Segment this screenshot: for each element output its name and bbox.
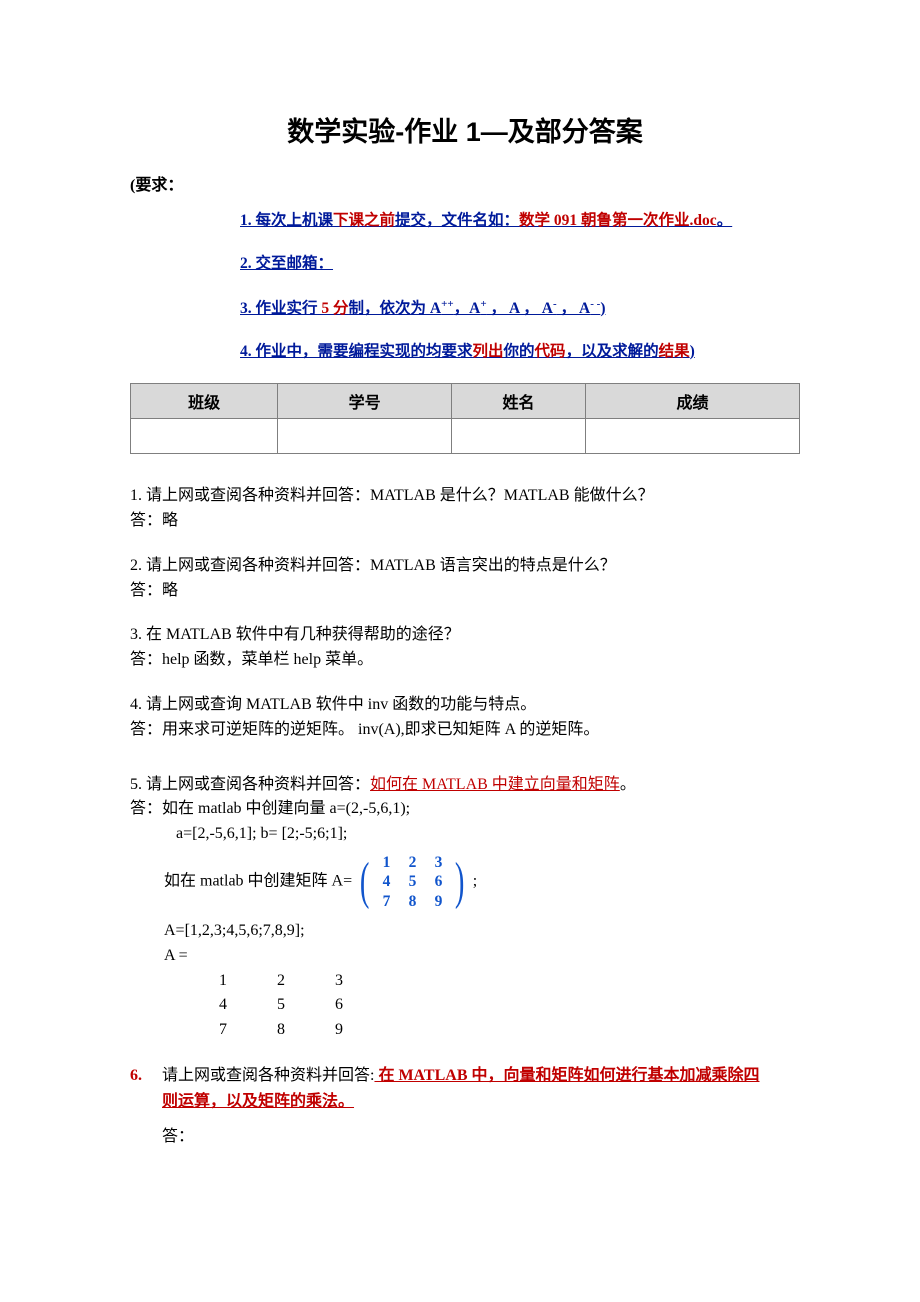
table-row xyxy=(131,419,800,454)
requirements-label: (要求： xyxy=(130,171,800,195)
pm-row1: 123 xyxy=(194,969,800,994)
q5-ans-matrix-line: 如在 matlab 中创建矩阵 A= ( 123 456 789 ) ; xyxy=(130,853,800,911)
matrix-display: ( 123 456 789 ) xyxy=(356,853,469,911)
matrix-left-paren: ( xyxy=(360,859,370,906)
page-title: 数学实验-作业 1—及部分答案 xyxy=(130,110,800,149)
m21: 4 xyxy=(373,872,399,891)
question-3: 3. 在 MATLAB 软件中有几种获得帮助的途径？ 答：help 函数，菜单栏… xyxy=(130,623,800,673)
m31: 7 xyxy=(373,892,399,911)
pm33: 9 xyxy=(310,1018,368,1043)
req1-part-a: 1. 每次上机课 xyxy=(240,212,333,229)
req4-g: ) xyxy=(690,343,695,360)
question-2: 2. 请上网或查阅各种资料并回答：MATLAB 语言突出的特点是什么？ 答：略 xyxy=(130,554,800,604)
q5-text: 5. 请上网或查阅各种资料并回答：如何在 MATLAB 中建立向量和矩阵。 xyxy=(130,773,800,798)
q5-ans-l4: A=[1,2,3;4,5,6;7,8,9]; xyxy=(130,919,800,944)
q1-text: 1. 请上网或查阅各种资料并回答：MATLAB 是什么？MATLAB 能做什么？ xyxy=(130,484,800,509)
pm21: 4 xyxy=(194,993,252,1018)
q4-text: 4. 请上网或查询 MATLAB 软件中 inv 函数的功能与特点。 xyxy=(130,693,800,718)
q5-ans-l2: a=[2,-5,6,1]; b= [2;-5;6;1]; xyxy=(130,822,800,847)
req1-part-c: 提交，文件名如： xyxy=(395,212,519,229)
question-5: 5. 请上网或查阅各种资料并回答：如何在 MATLAB 中建立向量和矩阵。 答：… xyxy=(130,773,800,1044)
pm-row3: 789 xyxy=(194,1018,800,1043)
requirements-list: 1. 每次上机课下课之前提交，文件名如：数学 091 朝鲁第一次作业.doc。 … xyxy=(240,209,800,363)
m11: 1 xyxy=(373,853,399,872)
req1-part-e: 。 xyxy=(717,212,733,229)
req3-d: ，A xyxy=(454,300,481,317)
document-page: 数学实验-作业 1—及部分答案 (要求： 1. 每次上机课下课之前提交，文件名如… xyxy=(0,0,920,1206)
pm11: 1 xyxy=(194,969,252,994)
q5-l3-pre: 如在 matlab 中创建矩阵 A= xyxy=(164,873,352,890)
requirement-4: 4. 作业中，需要编程实现的均要求列出你的代码，以及求解的结果) xyxy=(240,340,800,363)
m22: 5 xyxy=(399,872,425,891)
requirement-3: 3. 作业实行 5 分制，依次为 A++，A+ ， A ， A- ， A- -) xyxy=(240,296,800,320)
q4-answer: 答：用来求可逆矩阵的逆矩阵。 inv(A),即求已知矩阵 A 的逆矩阵。 xyxy=(130,718,800,743)
pm13: 3 xyxy=(310,969,368,994)
th-class: 班级 xyxy=(131,384,278,419)
m12: 2 xyxy=(399,853,425,872)
q6-red-1: 在 MATLAB 中，向量和矩阵如何进行基本加减乘除四 xyxy=(374,1067,759,1084)
th-grade: 成绩 xyxy=(585,384,799,419)
q3-answer: 答：help 函数，菜单栏 help 菜单。 xyxy=(130,648,800,673)
info-table: 班级 学号 姓名 成绩 xyxy=(130,383,800,454)
q5-a: 5. 请上网或查阅各种资料并回答： xyxy=(130,776,370,793)
m13: 3 xyxy=(425,853,451,872)
req4-a: 4. 作业中，需要编程实现的均要求 xyxy=(240,343,473,360)
q5-c: 。 xyxy=(620,776,636,793)
q6-body: 请上网或查阅各种资料并回答: 在 MATLAB 中，向量和矩阵如何进行基本加减乘… xyxy=(162,1063,760,1114)
q6-lead: 请上网或查阅各种资料并回答: xyxy=(162,1067,374,1084)
q1-answer: 答：略 xyxy=(130,509,800,534)
q6-red-2: 则运算，以及矩阵的乘法。 xyxy=(162,1093,354,1110)
req4-d: 代码 xyxy=(535,343,566,360)
req3-a: 3. 作业实行 xyxy=(240,300,318,317)
q2-answer: 答：略 xyxy=(130,579,800,604)
question-1: 1. 请上网或查阅各种资料并回答：MATLAB 是什么？MATLAB 能做什么？… xyxy=(130,484,800,534)
sup-mm: - - xyxy=(590,298,600,310)
q5-l3-post: ; xyxy=(473,873,477,890)
req1-part-d: 数学 091 朝鲁第一次作业.doc xyxy=(519,212,717,229)
question-6: 6. 请上网或查阅各种资料并回答: 在 MATLAB 中，向量和矩阵如何进行基本… xyxy=(130,1063,800,1114)
m23: 6 xyxy=(425,872,451,891)
req4-f: 结果 xyxy=(659,343,690,360)
q5-ans-l1: 答：如在 matlab 中创建向量 a=(2,-5,6,1); xyxy=(130,797,800,822)
matrix-body: 123 456 789 xyxy=(373,853,451,911)
req4-c: 你的 xyxy=(504,343,535,360)
q5-ans-l5: A = xyxy=(130,944,800,969)
question-4: 4. 请上网或查询 MATLAB 软件中 inv 函数的功能与特点。 答：用来求… xyxy=(130,693,800,743)
sup-pp: ++ xyxy=(441,298,454,310)
q2-text: 2. 请上网或查阅各种资料并回答：MATLAB 语言突出的特点是什么？ xyxy=(130,554,800,579)
m32: 8 xyxy=(399,892,425,911)
q3-text: 3. 在 MATLAB 软件中有几种获得帮助的途径？ xyxy=(130,623,800,648)
q6-number: 6. xyxy=(130,1063,162,1114)
req3-e: ， A ， A xyxy=(487,300,553,317)
pm23: 6 xyxy=(310,993,368,1018)
req1-part-b: 下课之前 xyxy=(333,212,395,229)
td-id xyxy=(278,419,452,454)
m33: 9 xyxy=(425,892,451,911)
pm-row2: 456 xyxy=(194,993,800,1018)
req4-b: 列出 xyxy=(473,343,504,360)
requirement-1: 1. 每次上机课下课之前提交，文件名如：数学 091 朝鲁第一次作业.doc。 xyxy=(240,209,800,232)
td-name xyxy=(452,419,586,454)
req3-c: 制，依次为 A xyxy=(349,300,442,317)
req3-f: ， A xyxy=(557,300,591,317)
q5-b: 如何在 MATLAB 中建立向量和矩阵 xyxy=(370,776,620,793)
pm31: 7 xyxy=(194,1018,252,1043)
td-class xyxy=(131,419,278,454)
th-name: 姓名 xyxy=(452,384,586,419)
pm12: 2 xyxy=(252,969,310,994)
matrix-right-paren: ) xyxy=(455,859,465,906)
req3-g: ) xyxy=(600,300,605,317)
pm32: 8 xyxy=(252,1018,310,1043)
th-id: 学号 xyxy=(278,384,452,419)
requirement-2: 2. 交至邮箱： xyxy=(240,252,800,275)
q6-answer: 答： xyxy=(162,1122,800,1146)
pm22: 5 xyxy=(252,993,310,1018)
td-grade xyxy=(585,419,799,454)
req3-b: 5 分 xyxy=(318,300,349,317)
req4-e: ，以及求解的 xyxy=(566,343,659,360)
table-header-row: 班级 学号 姓名 成绩 xyxy=(131,384,800,419)
